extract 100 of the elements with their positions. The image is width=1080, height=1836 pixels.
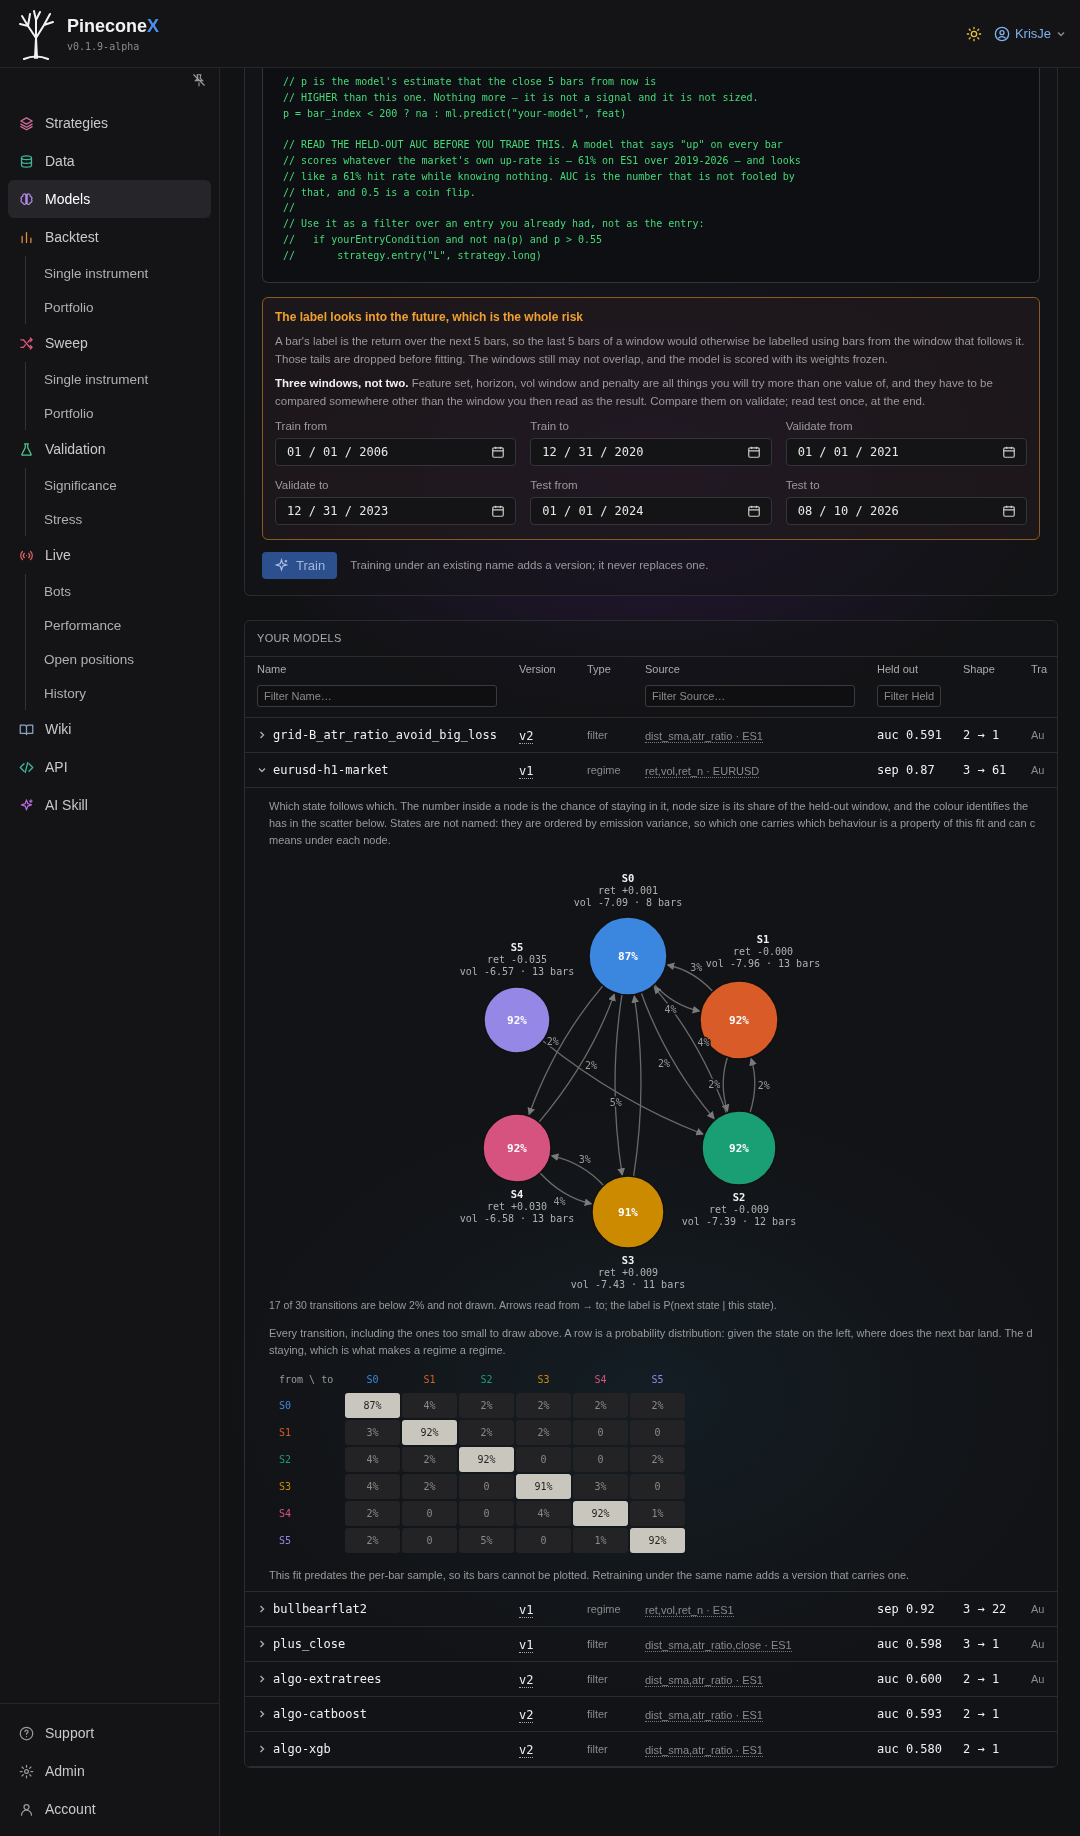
calendar-icon[interactable] — [746, 503, 761, 518]
chevron-icon[interactable] — [257, 1673, 267, 1684]
nav-item[interactable]: Models — [8, 180, 211, 218]
chevron-icon[interactable] — [257, 1603, 267, 1614]
model-type: filter — [587, 1637, 609, 1650]
source-link[interactable]: ret,vol,ret_n · ES1 — [645, 1603, 734, 1617]
version-link[interactable]: v2 — [519, 1742, 534, 1758]
calendar-icon[interactable] — [1002, 503, 1016, 518]
transition-label: 2% — [546, 1036, 559, 1048]
source-link[interactable]: dist_sma,atr_ratio · ES1 — [645, 1743, 763, 1757]
train-button[interactable]: Train — [262, 551, 338, 579]
chevron-icon[interactable] — [257, 1638, 267, 1649]
state-return: ret -0.009 — [708, 1203, 770, 1215]
date-field[interactable]: 12 / 31 / 2020 — [530, 437, 772, 466]
nav-item[interactable]: AI Skill — [8, 786, 211, 824]
state-name: S5 — [510, 940, 524, 953]
model-name[interactable]: bullbearflat2 — [273, 1601, 367, 1616]
source-filter-field[interactable]: Filter Source… — [645, 684, 855, 707]
model-name[interactable]: algo-catboost — [273, 1706, 367, 1721]
model-type: filter — [587, 1742, 609, 1755]
nav-subitem[interactable]: Stress — [26, 502, 211, 536]
nav-item[interactable]: Strategies — [8, 104, 211, 142]
nav-subitem[interactable]: Significance — [26, 468, 211, 502]
matrix-cell: 92% — [573, 1500, 628, 1526]
nav-subitem[interactable]: Portfolio — [26, 396, 211, 430]
nav-item[interactable]: Wiki — [8, 710, 211, 748]
source-link[interactable]: dist_sma,atr_ratio · ES1 — [645, 1708, 763, 1722]
source-link[interactable]: dist_sma,atr_ratio · ES1 — [645, 1673, 763, 1687]
held-out-score: auc 0.593 — [877, 1706, 944, 1721]
date-field[interactable]: 01 / 01 / 2021 — [785, 437, 1027, 466]
source-link[interactable]: ret,vol,ret_n · EURUSD — [645, 764, 760, 778]
matrix-cell: 4% — [516, 1500, 571, 1526]
state-volatility: vol -6.57 · 13 bars — [459, 965, 575, 977]
user-menu-button[interactable]: KrisJe — [993, 25, 1066, 42]
model-name[interactable]: algo-extratrees — [273, 1671, 382, 1686]
version-link[interactable]: v1 — [519, 763, 534, 779]
user-circle-icon — [993, 25, 1010, 42]
chevron-icon[interactable] — [257, 1708, 267, 1719]
matrix-column-header: S2 — [479, 1373, 494, 1388]
source-link[interactable]: dist_sma,atr_ratio · ES1 — [645, 729, 763, 743]
column-header: Type — [587, 662, 612, 675]
model-type: filter — [587, 1672, 609, 1685]
nav-item[interactable]: Sweep — [8, 324, 211, 362]
held-out-filter-field[interactable]: Filter Held — [877, 684, 941, 707]
nav-subitem[interactable]: Portfolio — [26, 290, 211, 324]
chevron-icon[interactable] — [257, 1743, 267, 1754]
shape-label: 2 → 1 — [963, 1741, 1001, 1756]
state-volatility: vol -6.58 · 13 bars — [459, 1212, 575, 1224]
nav-subitem[interactable]: Performance — [26, 608, 211, 642]
nav-subitem[interactable]: History — [26, 676, 211, 710]
version-link[interactable]: v1 — [519, 1602, 534, 1618]
version-link[interactable]: v2 — [519, 1707, 534, 1723]
matrix-cell: 2% — [345, 1500, 400, 1526]
nav-item[interactable]: Validation — [8, 430, 211, 468]
date-field[interactable]: 01 / 01 / 2024 — [530, 496, 772, 525]
version-link[interactable]: v2 — [519, 728, 534, 744]
sun-icon[interactable] — [965, 25, 982, 42]
nav-subitem[interactable]: Bots — [26, 574, 211, 608]
nav-item[interactable]: Account — [8, 1790, 211, 1828]
matrix-row-header: S4 — [279, 1506, 293, 1521]
nav-item[interactable]: Admin — [8, 1752, 211, 1790]
state-name: S2 — [732, 1190, 746, 1203]
model-name[interactable]: eurusd-h1-market — [273, 762, 389, 777]
matrix-cell: 0 — [402, 1500, 457, 1526]
version-link[interactable]: v1 — [519, 1637, 534, 1653]
code-line: p = bar_index < 200 ? na : ml.predict("your-model", feat) — [283, 106, 628, 122]
model-name[interactable]: algo-xgb — [273, 1741, 331, 1756]
nav-subitem[interactable]: Single instrument — [26, 362, 211, 396]
date-field[interactable]: 08 / 10 / 2026 — [785, 496, 1027, 525]
model-name[interactable]: plus_close — [273, 1636, 346, 1651]
name-filter-field[interactable]: Filter Name… — [257, 684, 497, 707]
table-cell-text: Au — [1031, 1637, 1046, 1650]
calendar-icon[interactable] — [1002, 444, 1016, 459]
version-link[interactable]: v2 — [519, 1672, 534, 1688]
date-field[interactable]: 12 / 31 / 2023 — [275, 496, 517, 525]
nav-item[interactable]: Support — [8, 1714, 211, 1752]
nav-subitem[interactable]: Single instrument — [26, 256, 211, 290]
warning-title: The label looks into the future, which is the whole risk — [275, 309, 585, 324]
code-line: // if yourEntryCondition and not na(p) and p > 0.55 — [283, 232, 604, 247]
nav-item[interactable]: Data — [8, 142, 211, 180]
date-field[interactable]: 01 / 01 / 2006 — [275, 437, 517, 466]
source-link[interactable]: dist_sma,atr_ratio,close · ES1 — [645, 1638, 792, 1652]
column-header: Shape — [963, 662, 996, 675]
nav-subitem[interactable]: Open positions — [26, 642, 211, 676]
field-label: Train from — [275, 419, 328, 432]
calendar-icon[interactable] — [746, 444, 761, 459]
matrix-column-header: S3 — [536, 1373, 551, 1388]
nav-item[interactable]: Live — [8, 536, 211, 574]
transition-arrow — [550, 1153, 605, 1186]
model-type: regime — [587, 1602, 622, 1615]
nav-item[interactable]: Backtest — [8, 218, 211, 256]
matrix-cell: 0 — [459, 1500, 514, 1526]
code-line: // Use it as a filter over an entry you already had, not as the entry: — [283, 217, 706, 232]
chevron-icon[interactable] — [257, 729, 267, 740]
calendar-icon[interactable] — [491, 444, 506, 459]
pin-icon[interactable] — [192, 73, 206, 87]
nav-item[interactable]: API — [8, 748, 211, 786]
calendar-icon[interactable] — [491, 503, 506, 518]
state-volatility: vol -7.09 · 8 bars — [573, 896, 683, 908]
model-name[interactable]: grid-B_atr_ratio_avoid_big_loss — [273, 727, 497, 742]
